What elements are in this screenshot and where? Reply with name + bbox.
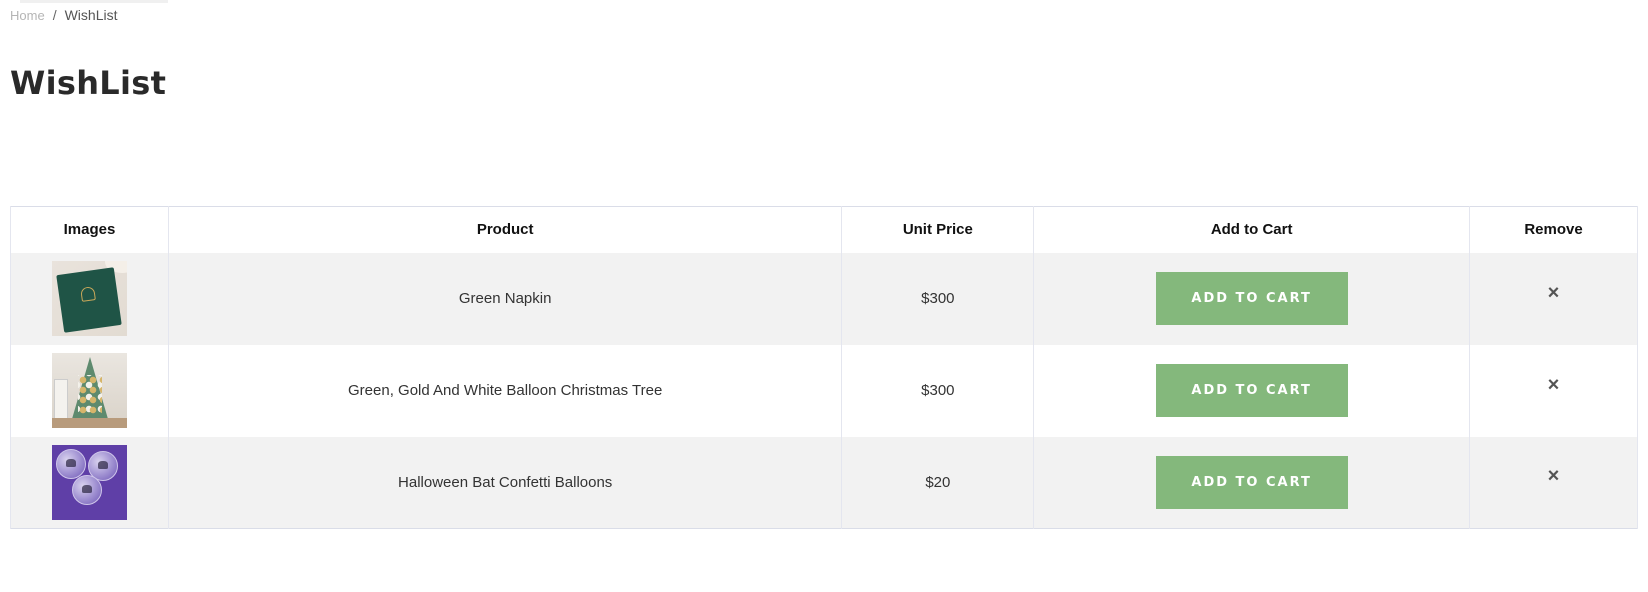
add-to-cart-button[interactable]: ADD TO CART bbox=[1155, 455, 1348, 509]
header-unit-price: Unit Price bbox=[841, 206, 1035, 253]
wishlist-table: Images Product Unit Price Add to Cart Re… bbox=[10, 206, 1638, 529]
header-product: Product bbox=[167, 206, 843, 253]
halloween-bat-balloons-image[interactable] bbox=[51, 444, 127, 520]
header-remove: Remove bbox=[1469, 206, 1638, 253]
product-image-cell bbox=[10, 344, 169, 437]
breadcrumb-current: WishList bbox=[64, 7, 118, 23]
page-title: WishList bbox=[10, 64, 167, 102]
product-price: $20 bbox=[841, 436, 1035, 529]
green-napkin-image[interactable] bbox=[51, 261, 127, 336]
remove-icon[interactable]: × bbox=[1548, 375, 1560, 395]
remove-icon[interactable]: × bbox=[1548, 466, 1560, 486]
product-image-cell bbox=[10, 252, 169, 345]
table-row: Green, Gold And White Balloon Christmas … bbox=[10, 344, 1638, 437]
remove-icon[interactable]: × bbox=[1548, 283, 1560, 303]
remove-cell: × bbox=[1469, 252, 1638, 345]
breadcrumb: Home / WishList bbox=[10, 7, 117, 23]
product-image-cell bbox=[10, 436, 169, 529]
add-to-cart-button[interactable]: ADD TO CART bbox=[1155, 364, 1348, 417]
add-to-cart-cell: ADD TO CART bbox=[1033, 436, 1471, 529]
remove-cell: × bbox=[1469, 344, 1638, 437]
table-header-row: Images Product Unit Price Add to Cart Re… bbox=[10, 206, 1638, 253]
header-add-to-cart: Add to Cart bbox=[1033, 206, 1471, 253]
add-to-cart-cell: ADD TO CART bbox=[1033, 252, 1471, 345]
balloon-christmas-tree-image[interactable] bbox=[51, 353, 127, 428]
breadcrumb-home-link[interactable]: Home bbox=[10, 8, 45, 23]
table-row: Halloween Bat Confetti Balloons $20 ADD … bbox=[10, 436, 1638, 529]
top-divider bbox=[20, 0, 168, 3]
product-name[interactable]: Green Napkin bbox=[167, 252, 843, 345]
product-price: $300 bbox=[841, 344, 1035, 437]
add-to-cart-cell: ADD TO CART bbox=[1033, 344, 1471, 437]
breadcrumb-separator: / bbox=[52, 7, 57, 23]
product-name[interactable]: Halloween Bat Confetti Balloons bbox=[167, 436, 843, 529]
header-images: Images bbox=[10, 206, 169, 253]
table-row: Green Napkin $300 ADD TO CART × bbox=[10, 252, 1638, 345]
remove-cell: × bbox=[1469, 436, 1638, 529]
product-price: $300 bbox=[841, 252, 1035, 345]
add-to-cart-button[interactable]: ADD TO CART bbox=[1155, 272, 1348, 325]
product-name[interactable]: Green, Gold And White Balloon Christmas … bbox=[167, 344, 843, 437]
